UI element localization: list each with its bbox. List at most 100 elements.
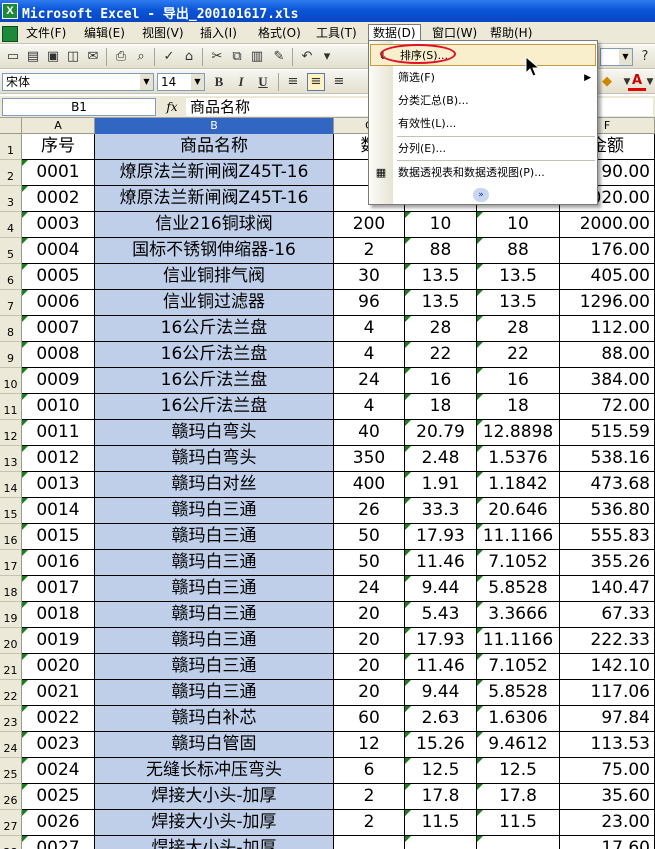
cell[interactable]: 15.26 — [405, 732, 477, 758]
cell[interactable]: 国标不锈钢伸缩器-16 — [95, 238, 334, 264]
expand-menu-icon[interactable]: » — [473, 188, 489, 202]
cell[interactable]: 燎原法兰新闸阀Z45T-16 — [95, 160, 334, 186]
cell[interactable]: 473.68 — [560, 472, 655, 498]
data-menu-item[interactable]: 分列(E)... — [369, 138, 597, 160]
cell[interactable]: 18 — [405, 394, 477, 420]
cell[interactable]: 0022 — [22, 706, 95, 732]
cell[interactable]: 5.43 — [405, 602, 477, 628]
cell[interactable]: 50 — [334, 524, 405, 550]
cell[interactable]: 142.10 — [560, 654, 655, 680]
select-all-corner[interactable] — [0, 118, 22, 134]
workbook-icon[interactable] — [2, 26, 18, 42]
cell[interactable]: 无缝长标冲压弯头 — [95, 758, 334, 784]
cell[interactable]: 4 — [334, 342, 405, 368]
cell[interactable]: 赣玛白弯头 — [95, 420, 334, 446]
cell[interactable]: 117.06 — [560, 680, 655, 706]
cell[interactable]: 22 — [405, 342, 477, 368]
row-header[interactable]: 18 — [0, 576, 22, 602]
cell[interactable]: 16公斤法兰盘 — [95, 342, 334, 368]
cell[interactable]: 燎原法兰新闸阀Z45T-16 — [95, 186, 334, 212]
print-icon[interactable]: ⎙ — [112, 48, 130, 66]
cell[interactable]: 0003 — [22, 212, 95, 238]
cell[interactable]: 焊接大小头-加厚 — [95, 784, 334, 810]
cell[interactable]: 22 — [477, 342, 560, 368]
cell[interactable]: 4 — [334, 394, 405, 420]
cell[interactable]: 0017 — [22, 576, 95, 602]
row-header[interactable]: 13 — [0, 446, 22, 472]
cell[interactable]: 75.00 — [560, 758, 655, 784]
cell[interactable]: 2 — [334, 810, 405, 836]
undo-dropdown-icon[interactable]: ▾ — [318, 48, 336, 66]
cell[interactable]: 538.16 — [560, 446, 655, 472]
cell[interactable]: 405.00 — [560, 264, 655, 290]
cell[interactable]: 67.33 — [560, 602, 655, 628]
open-folder-icon[interactable]: ▤ — [24, 48, 42, 66]
data-menu-item[interactable]: 分类汇总(B)... — [369, 90, 597, 112]
menu-item[interactable]: 格式(O) — [254, 25, 305, 42]
align-center-icon[interactable]: ≡ — [307, 73, 325, 91]
font-name-combo[interactable]: 宋体 ▼ — [2, 73, 154, 91]
align-left-icon[interactable]: ≡ — [284, 73, 302, 91]
row-header[interactable]: 12 — [0, 420, 22, 446]
cell[interactable]: 20 — [334, 680, 405, 706]
research-icon[interactable]: ⌂ — [180, 48, 198, 66]
cell[interactable]: 0012 — [22, 446, 95, 472]
cell[interactable]: 30 — [334, 264, 405, 290]
row-header[interactable]: 27 — [0, 810, 22, 836]
cell[interactable]: 2.48 — [405, 446, 477, 472]
cell[interactable]: 0010 — [22, 394, 95, 420]
cell[interactable]: 序号 — [22, 134, 95, 160]
cell[interactable]: 5.8528 — [477, 576, 560, 602]
cell[interactable]: 400 — [334, 472, 405, 498]
cell[interactable]: 0024 — [22, 758, 95, 784]
worksheet-grid[interactable]: 1序号商品名称数金额20001燎原法兰新闸阀Z45T-1690.0030002燎… — [0, 134, 655, 849]
cell[interactable]: 2 — [334, 238, 405, 264]
cell[interactable]: 0025 — [22, 784, 95, 810]
cell[interactable]: 0013 — [22, 472, 95, 498]
cell[interactable]: 2.63 — [405, 706, 477, 732]
cell[interactable]: 96 — [334, 290, 405, 316]
row-header[interactable]: 16 — [0, 524, 22, 550]
font-size-combo[interactable]: 14 ▼ — [157, 73, 205, 91]
cell[interactable]: 9.44 — [405, 576, 477, 602]
row-header[interactable]: 8 — [0, 316, 22, 342]
cell[interactable]: 11.5 — [405, 810, 477, 836]
cell[interactable]: 赣玛白三通 — [95, 628, 334, 654]
cell[interactable]: 20.79 — [405, 420, 477, 446]
cell[interactable]: 176.00 — [560, 238, 655, 264]
cell[interactable]: 赣玛白对丝 — [95, 472, 334, 498]
cell[interactable]: 17.93 — [405, 628, 477, 654]
font-color-icon[interactable]: A — [628, 73, 646, 91]
row-header[interactable]: 2 — [0, 160, 22, 186]
cell[interactable]: 16 — [477, 368, 560, 394]
cell[interactable]: 11.5 — [477, 810, 560, 836]
cell[interactable] — [477, 836, 560, 849]
cell[interactable]: 20 — [334, 654, 405, 680]
cell[interactable]: 10 — [477, 212, 560, 238]
cell[interactable]: 信业铜排气阀 — [95, 264, 334, 290]
cell[interactable]: 13.5 — [405, 290, 477, 316]
cell[interactable]: 28 — [477, 316, 560, 342]
cell[interactable]: 11.1166 — [477, 524, 560, 550]
cell[interactable]: 0019 — [22, 628, 95, 654]
cell[interactable]: 13.5 — [405, 264, 477, 290]
row-header[interactable]: 28 — [0, 836, 22, 849]
cell[interactable]: 0023 — [22, 732, 95, 758]
cell[interactable]: 1.5376 — [477, 446, 560, 472]
save-icon[interactable]: ▣ — [44, 48, 62, 66]
row-header[interactable]: 3 — [0, 186, 22, 212]
cell[interactable]: 16公斤法兰盘 — [95, 394, 334, 420]
row-header[interactable]: 17 — [0, 550, 22, 576]
cell[interactable]: 2000.00 — [560, 212, 655, 238]
row-header[interactable]: 22 — [0, 680, 22, 706]
row-header[interactable]: 25 — [0, 758, 22, 784]
cell[interactable]: 20 — [334, 628, 405, 654]
row-header[interactable]: 21 — [0, 654, 22, 680]
row-header[interactable]: 5 — [0, 238, 22, 264]
cell[interactable]: 536.80 — [560, 498, 655, 524]
zoom-combo[interactable]: ▼ — [600, 48, 633, 66]
row-header[interactable]: 26 — [0, 784, 22, 810]
cell[interactable]: 17.8 — [405, 784, 477, 810]
cell[interactable]: 20 — [334, 602, 405, 628]
cell[interactable]: 0001 — [22, 160, 95, 186]
